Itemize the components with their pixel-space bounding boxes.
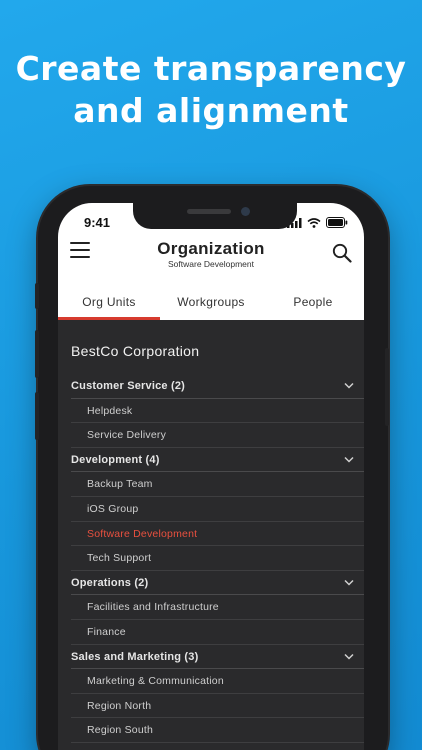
promo-headline: Create transparency and alignment	[0, 48, 422, 132]
search-icon[interactable]	[332, 243, 352, 263]
list-item-region-north[interactable]: Region North	[58, 694, 364, 719]
list-item-software-development[interactable]: Software Development	[58, 522, 364, 547]
tab-people[interactable]: People	[262, 295, 364, 320]
list-item-marketing-communication[interactable]: Marketing & Communication	[58, 669, 364, 694]
speaker-grille	[187, 209, 231, 214]
page-subtitle: Software Development	[168, 259, 254, 269]
phone-notch	[133, 203, 297, 229]
org-unit-tree: Customer Service (2) Helpdesk Service De…	[58, 374, 364, 743]
list-item-tech-support[interactable]: Tech Support	[58, 546, 364, 571]
group-label: Development (4)	[71, 453, 160, 466]
tab-workgroups[interactable]: Workgroups	[160, 295, 262, 320]
group-customer-service[interactable]: Customer Service (2)	[58, 374, 364, 399]
list-item-backup-team[interactable]: Backup Team	[58, 472, 364, 497]
status-time: 9:41	[84, 215, 111, 230]
front-camera	[241, 207, 250, 216]
list-item-service-delivery[interactable]: Service Delivery	[58, 423, 364, 448]
phone-volume-up	[35, 330, 39, 378]
chevron-down-icon[interactable]	[344, 456, 354, 464]
list-item-helpdesk[interactable]: Helpdesk	[58, 399, 364, 424]
status-icons	[287, 217, 348, 228]
group-label: Operations (2)	[71, 576, 149, 589]
list-item-region-south[interactable]: Region South	[58, 718, 364, 743]
group-development[interactable]: Development (4)	[58, 448, 364, 473]
phone-mute-switch	[35, 283, 39, 309]
chevron-down-icon[interactable]	[344, 382, 354, 390]
phone-power-button	[385, 348, 389, 426]
phone-screen: 9:41 Organization Software Development O…	[58, 203, 364, 750]
wifi-icon	[307, 217, 321, 228]
company-name: BestCo Corporation	[71, 343, 200, 359]
group-sales-marketing[interactable]: Sales and Marketing (3)	[58, 645, 364, 670]
tab-org-units[interactable]: Org Units	[58, 295, 160, 320]
group-operations[interactable]: Operations (2)	[58, 571, 364, 596]
chevron-down-icon[interactable]	[344, 579, 354, 587]
phone-volume-down	[35, 392, 39, 440]
battery-icon	[326, 217, 348, 228]
list-item-ios-group[interactable]: iOS Group	[58, 497, 364, 522]
promo-headline-line1: Create transparency	[15, 49, 407, 88]
list-item-finance[interactable]: Finance	[58, 620, 364, 645]
group-label: Customer Service (2)	[71, 380, 186, 392]
promo-headline-line2: and alignment	[73, 91, 349, 130]
chevron-down-icon[interactable]	[344, 653, 354, 661]
tab-bar: Org Units Workgroups People	[58, 295, 364, 320]
page-title: Organization	[157, 239, 265, 258]
group-label: Sales and Marketing (3)	[71, 650, 199, 663]
list-item-facilities[interactable]: Facilities and Infrastructure	[58, 595, 364, 620]
